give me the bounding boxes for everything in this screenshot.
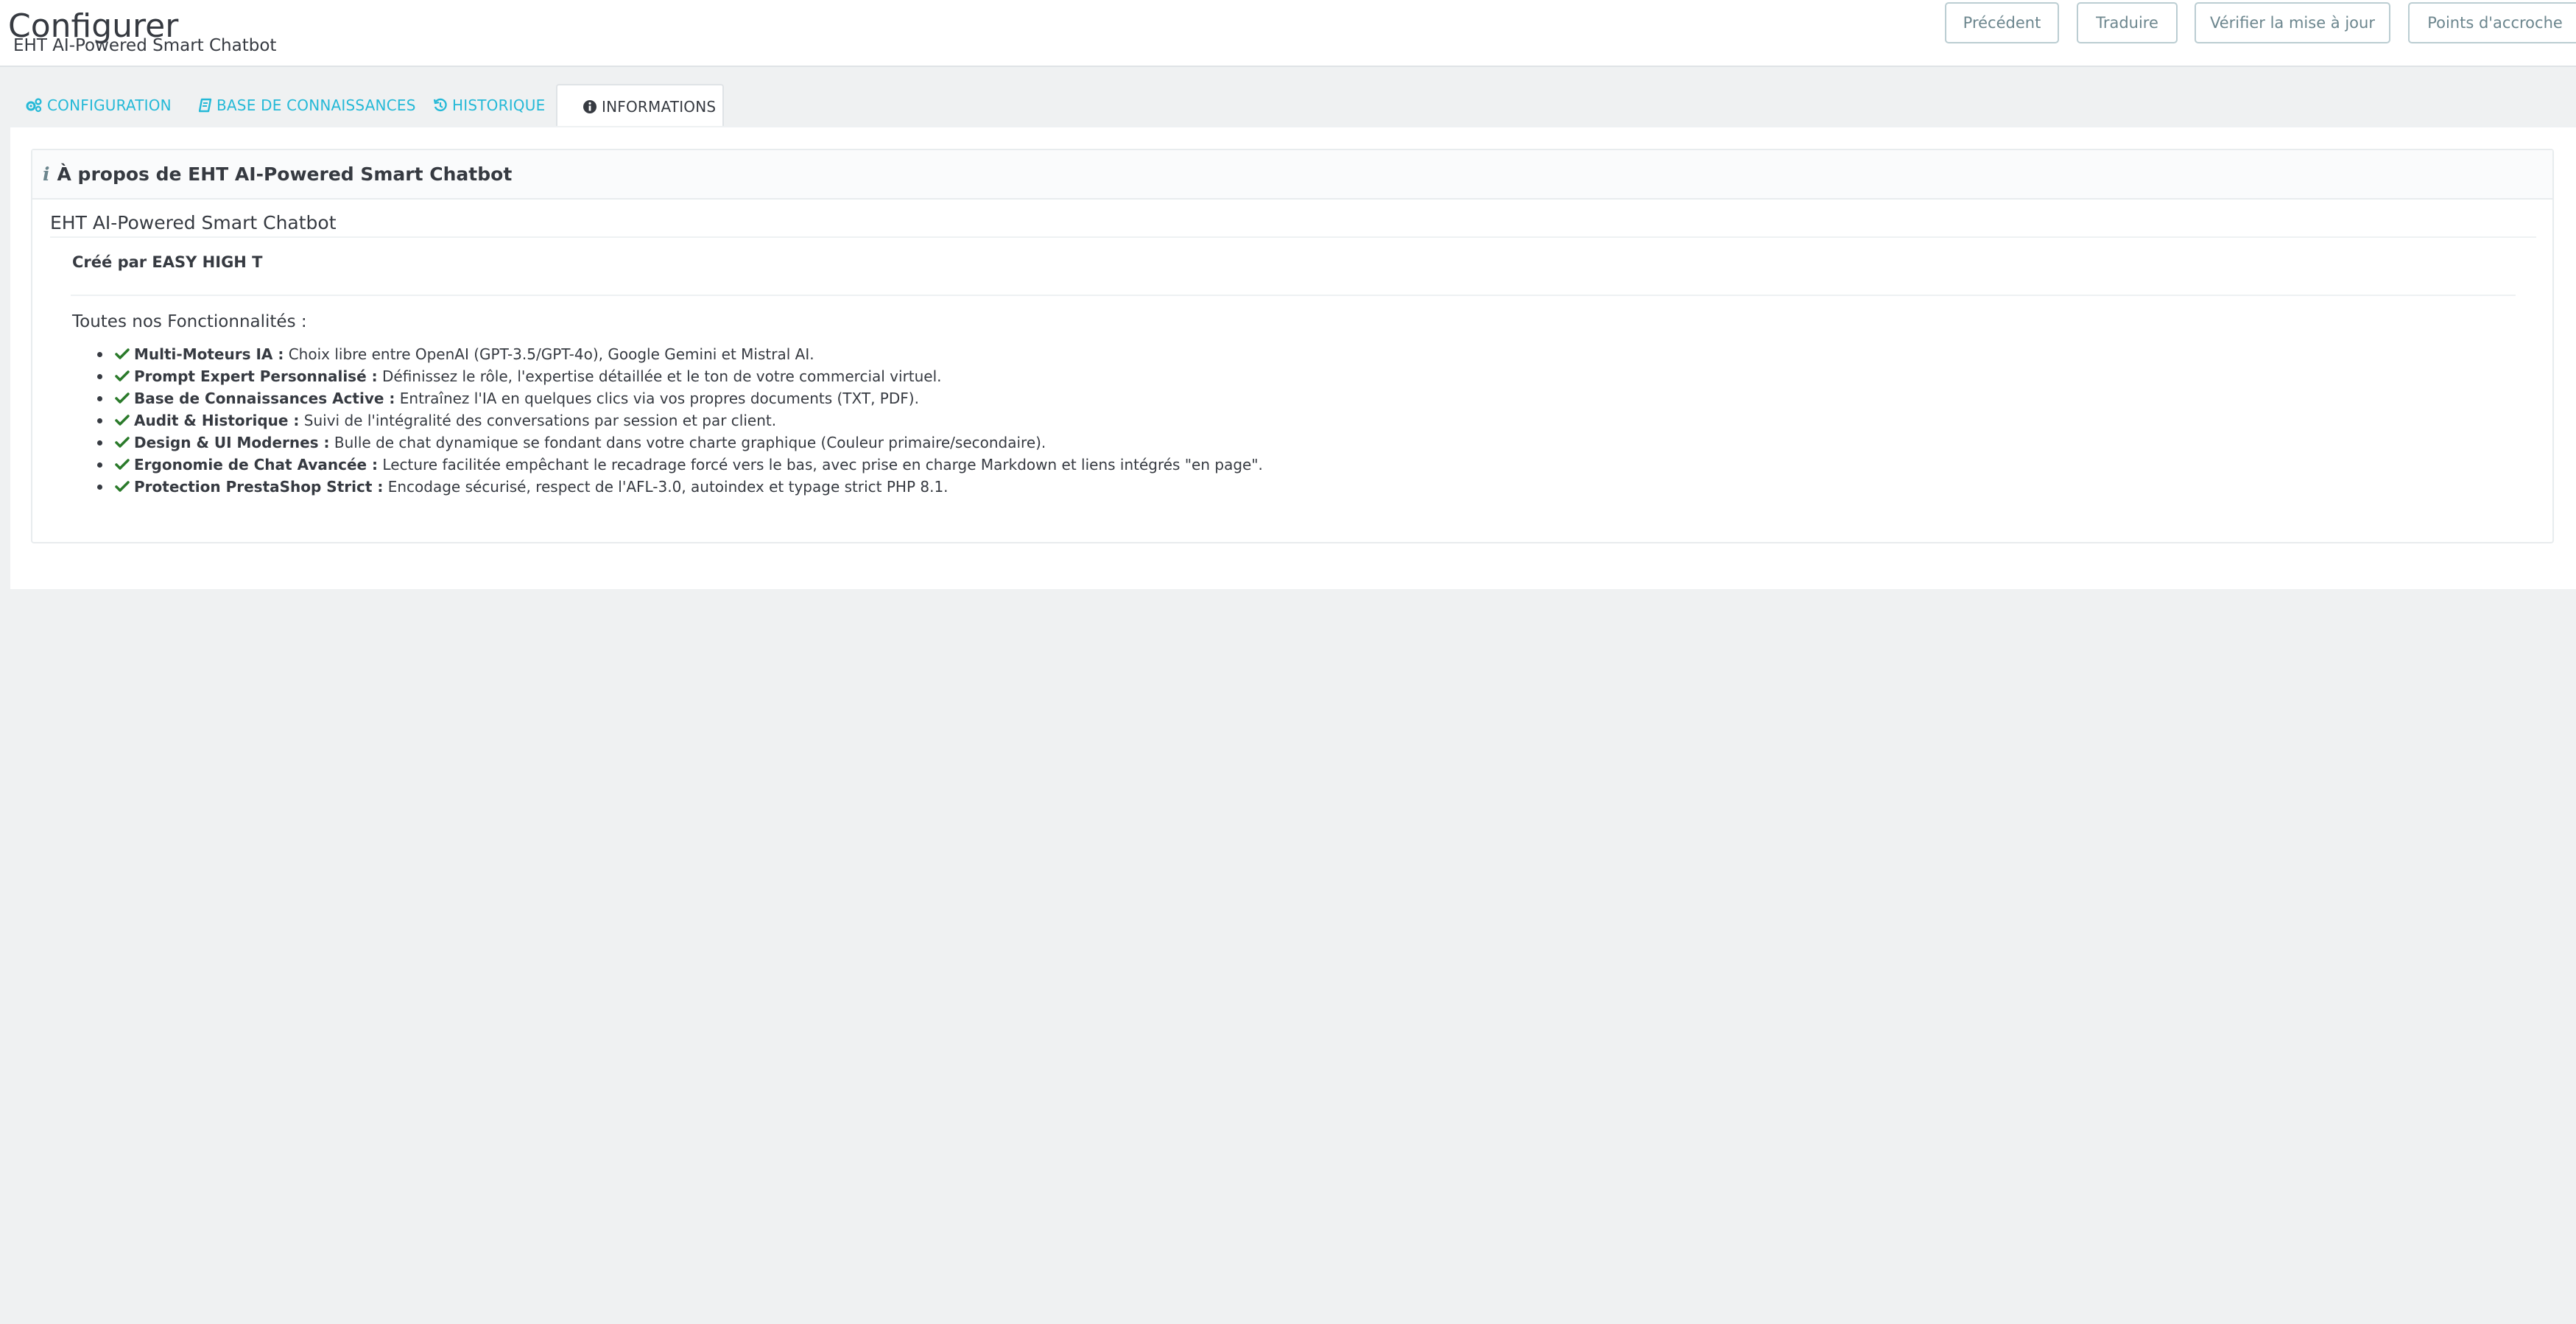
features-list: Multi-Moteurs IA : Choix libre entre Ope…	[97, 343, 1263, 498]
list-item: Audit & Historique : Suivi de l'intégral…	[97, 409, 1263, 432]
info-icon: i	[43, 163, 50, 185]
bullet	[97, 440, 102, 446]
list-item: Multi-Moteurs IA : Choix libre entre Ope…	[97, 343, 1263, 365]
feature-description: Choix libre entre OpenAI (GPT-3.5/GPT-4o…	[288, 345, 814, 363]
bullet	[97, 396, 102, 401]
feature-name: Prompt Expert Personnalisé :	[134, 367, 378, 385]
previous-button[interactable]: Précédent	[1945, 2, 2059, 43]
check-icon	[115, 370, 130, 381]
feature-description: Lecture facilitée empêchant le recadrage…	[382, 456, 1263, 473]
feature-description: Entraînez l'IA en quelques clics via vos…	[399, 390, 919, 407]
page-header: Configurer EHT AI-Powered Smart Chatbot …	[0, 0, 2576, 67]
panel-heading-title: À propos de EHT AI-Powered Smart Chatbot	[57, 163, 513, 185]
tab-information-label: INFORMATIONS	[602, 98, 717, 116]
feature-description: Encodage sécurisé, respect de l'AFL-3.0,…	[387, 478, 949, 496]
main-card: i À propos de EHT AI-Powered Smart Chatb…	[10, 126, 2576, 589]
feature-description: Suivi de l'intégralité des conversations…	[303, 412, 777, 429]
translate-button[interactable]: Traduire	[2077, 2, 2178, 43]
feature-name: Multi-Moteurs IA :	[134, 345, 284, 363]
tab-knowledge-base-label: BASE DE CONNAISSANCES	[217, 96, 416, 114]
list-item: Prompt Expert Personnalisé : Définissez …	[97, 365, 1263, 387]
tab-information[interactable]: INFORMATIONS	[556, 84, 724, 127]
panel-heading: i À propos de EHT AI-Powered Smart Chatb…	[32, 150, 2552, 200]
bullet	[97, 352, 102, 357]
book-icon	[199, 98, 212, 113]
history-icon	[433, 98, 447, 112]
features-title: Toutes nos Fonctionnalités :	[72, 312, 307, 331]
page-subtitle: EHT AI-Powered Smart Chatbot	[13, 36, 277, 55]
feature-name: Design & UI Modernes :	[134, 434, 330, 451]
list-item: Protection PrestaShop Strict : Encodage …	[97, 476, 1263, 498]
feature-name: Base de Connaissances Active :	[134, 390, 395, 407]
cogs-icon	[26, 98, 42, 113]
feature-description: Définissez le rôle, l'expertise détaillé…	[381, 367, 942, 385]
tab-configuration-label: CONFIGURATION	[47, 96, 172, 114]
feature-name: Ergonomie de Chat Avancée :	[134, 456, 379, 473]
tab-configuration[interactable]: CONFIGURATION	[25, 84, 172, 127]
bullet	[97, 418, 102, 423]
tab-knowledge-base[interactable]: BASE DE CONNAISSANCES	[199, 84, 416, 127]
module-name: EHT AI-Powered Smart Chatbot	[50, 211, 2536, 238]
check-update-button[interactable]: Vérifier la mise à jour	[2195, 2, 2390, 43]
tab-history[interactable]: HISTORIQUE	[433, 84, 545, 127]
tab-history-label: HISTORIQUE	[452, 96, 546, 114]
info-circle-icon	[583, 100, 597, 113]
check-icon	[115, 392, 130, 404]
bullet	[97, 485, 102, 490]
list-item: Design & UI Modernes : Bulle de chat dyn…	[97, 432, 1263, 454]
feature-name: Audit & Historique :	[134, 412, 300, 429]
hooks-button[interactable]: Points d'accroche	[2408, 2, 2576, 43]
about-panel: i À propos de EHT AI-Powered Smart Chatb…	[31, 149, 2554, 543]
list-item: Base de Connaissances Active : Entraînez…	[97, 387, 1263, 409]
list-item: Ergonomie de Chat Avancée : Lecture faci…	[97, 454, 1263, 476]
check-icon	[115, 348, 130, 359]
feature-name: Protection PrestaShop Strict :	[134, 478, 384, 496]
check-icon	[115, 480, 130, 492]
feature-description: Bulle de chat dynamique se fondant dans …	[334, 434, 1046, 451]
check-icon	[115, 436, 130, 448]
check-icon	[115, 414, 130, 426]
bullet	[97, 374, 102, 379]
created-by: Créé par EASY HIGH T	[72, 253, 263, 271]
check-icon	[115, 458, 130, 470]
divider	[71, 295, 2516, 296]
bullet	[97, 462, 102, 468]
